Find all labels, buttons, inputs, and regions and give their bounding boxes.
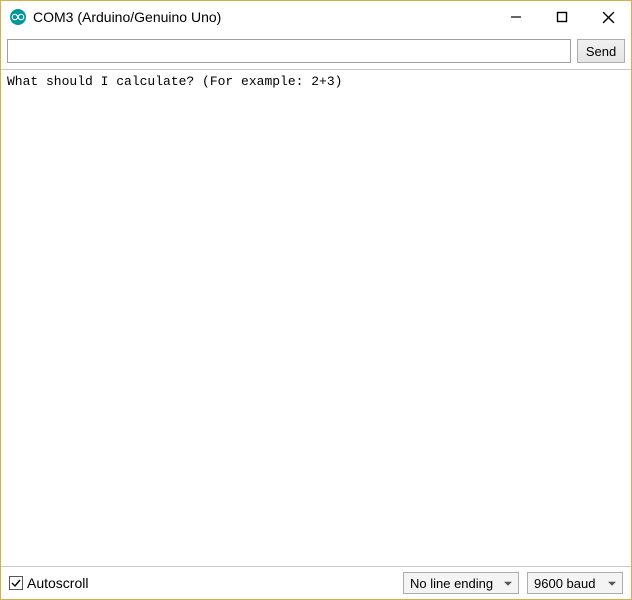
input-row: Send [1, 33, 631, 69]
close-button[interactable] [585, 1, 631, 33]
maximize-button[interactable] [539, 1, 585, 33]
line-ending-select[interactable]: No line ending [403, 572, 519, 594]
window-controls [493, 1, 631, 33]
bottom-bar: Autoscroll No line ending 9600 baud [1, 567, 631, 599]
autoscroll-checkbox-wrap[interactable]: Autoscroll [9, 575, 395, 591]
serial-monitor-window: COM3 (Arduino/Genuino Uno) Send What sho… [0, 0, 632, 600]
baud-value: 9600 baud [534, 576, 595, 591]
baud-select[interactable]: 9600 baud [527, 572, 623, 594]
autoscroll-checkbox[interactable] [9, 576, 23, 590]
arduino-icon [9, 8, 27, 26]
line-ending-value: No line ending [410, 576, 493, 591]
send-button[interactable]: Send [577, 39, 625, 63]
autoscroll-label: Autoscroll [27, 575, 88, 591]
serial-input[interactable] [7, 39, 571, 63]
serial-output[interactable]: What should I calculate? (For example: 2… [1, 69, 631, 567]
titlebar: COM3 (Arduino/Genuino Uno) [1, 1, 631, 33]
window-title: COM3 (Arduino/Genuino Uno) [33, 9, 493, 25]
minimize-button[interactable] [493, 1, 539, 33]
